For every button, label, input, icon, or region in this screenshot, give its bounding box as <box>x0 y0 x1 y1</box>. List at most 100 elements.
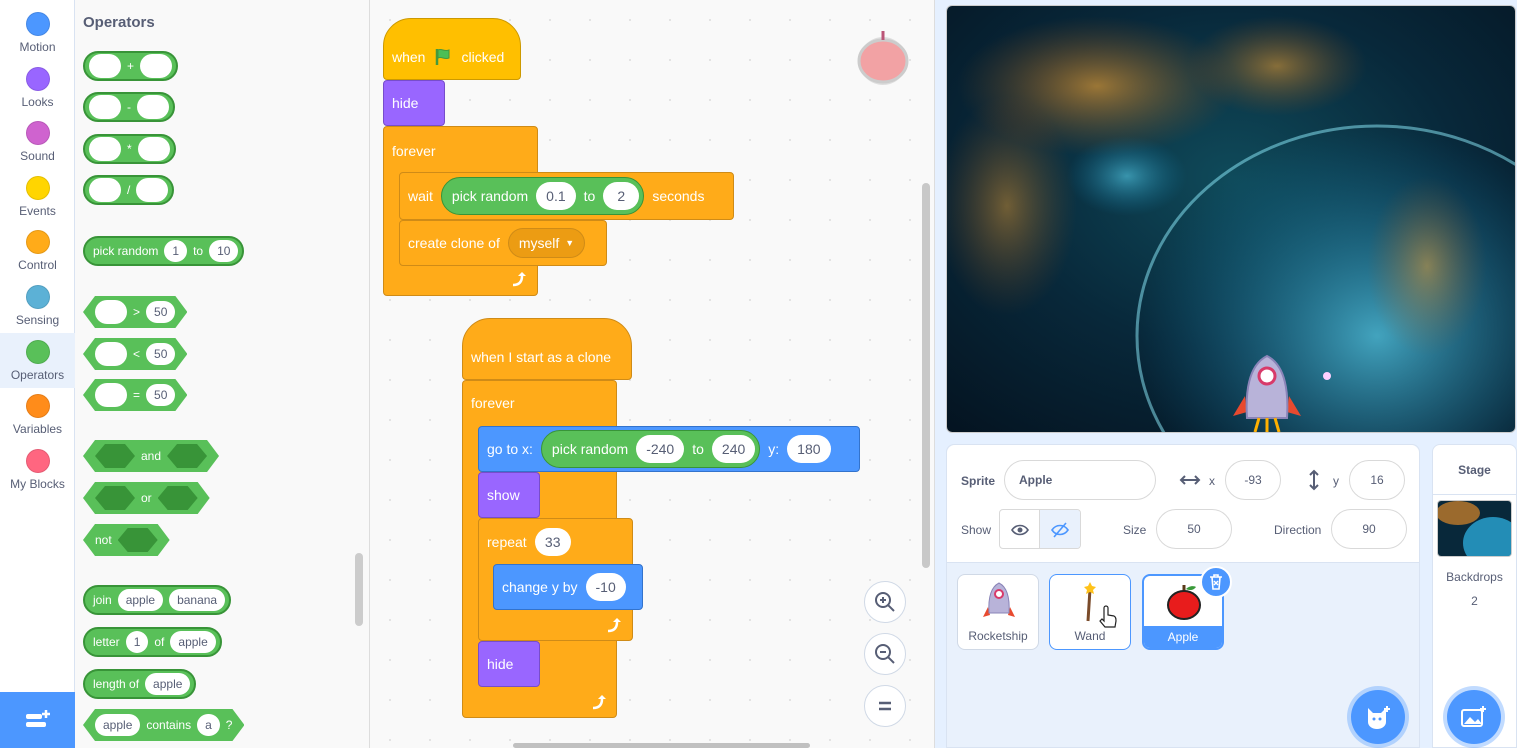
backdrop-thumbnail[interactable] <box>1437 500 1512 557</box>
repeat-arrow-icon <box>607 618 621 633</box>
or-block[interactable]: or <box>83 482 210 514</box>
direction-input[interactable]: 90 <box>1331 509 1407 549</box>
x-arrows-icon <box>1179 475 1201 485</box>
wand-thumb-icon <box>1084 582 1096 622</box>
y-input[interactable]: 16 <box>1349 460 1405 500</box>
backdrops-count: 2 <box>1471 594 1478 608</box>
choose-backdrop-button[interactable] <box>1447 690 1501 744</box>
divide-block[interactable]: / <box>83 175 175 205</box>
category-motion[interactable]: Motion <box>0 12 75 67</box>
category-sound[interactable]: Sound <box>0 121 75 176</box>
join-block[interactable]: join apple banana <box>83 585 232 615</box>
hand-cursor-icon <box>1099 605 1117 628</box>
events-dot-icon <box>25 176 50 200</box>
zoom-out-icon <box>875 644 895 664</box>
palette-scrollbar[interactable] <box>355 553 363 626</box>
sprite-label: Sprite <box>961 474 996 488</box>
subtract-block[interactable]: - <box>83 92 175 122</box>
category-sensing[interactable]: Sensing <box>0 285 75 340</box>
zoom-reset-button[interactable] <box>864 685 906 727</box>
sprite-name-input[interactable]: Apple <box>1004 460 1156 500</box>
category-variables[interactable]: Variables <box>0 394 75 449</box>
add-block[interactable]: + <box>83 51 179 81</box>
show-block[interactable]: show <box>478 472 540 518</box>
hide-block[interactable]: hide <box>383 80 445 126</box>
y-arrows-icon <box>1309 469 1319 491</box>
category-my-blocks[interactable]: My Blocks <box>0 449 75 504</box>
sprite-tile-rocketship[interactable]: Rocketship <box>957 574 1039 650</box>
x-label: x <box>1209 474 1215 488</box>
rocketship-thumb-icon <box>983 582 1015 617</box>
hide-block-2[interactable]: hide <box>478 641 540 687</box>
sound-dot-icon <box>25 121 50 145</box>
zoom-out-button[interactable] <box>864 633 906 675</box>
sprite-pane: Sprite Apple x -93 y 16 Show Size 50 Dir… <box>946 444 1420 748</box>
go-to-xy-block[interactable]: go to x: pick random -240 to 240 y: 180 <box>478 426 860 472</box>
workspace-horizontal-scrollbar[interactable] <box>513 743 810 748</box>
wait-block[interactable]: wait pick random 0.1 to 2 seconds <box>399 172 734 220</box>
zoom-in-button[interactable] <box>864 581 906 623</box>
loop-arrow-icon <box>512 272 526 287</box>
forever-arrow-icon <box>592 695 606 710</box>
length-of-block[interactable]: length of apple <box>83 669 197 699</box>
change-y-block[interactable]: change y by -10 <box>493 564 643 610</box>
letter-of-block[interactable]: letter 1 of apple <box>83 627 222 657</box>
motion-dot-icon <box>25 12 50 36</box>
zoom-in-icon <box>875 592 895 612</box>
less-than-block[interactable]: <50 <box>83 338 187 370</box>
script-workspace[interactable] <box>370 0 935 748</box>
control-dot-icon <box>25 230 50 254</box>
category-menu: Motion Looks Sound Events Control Sensin… <box>0 0 75 748</box>
workspace-vertical-scrollbar[interactable] <box>922 183 930 568</box>
category-operators[interactable]: Operators <box>0 333 75 388</box>
visibility-toggle <box>999 509 1081 549</box>
show-hidden-button[interactable] <box>1040 510 1080 548</box>
pick-random-block[interactable]: pick random 1 to 10 <box>83 236 245 266</box>
sensing-dot-icon <box>25 285 50 309</box>
show-label: Show <box>961 523 992 537</box>
backdrops-label: Backdrops <box>1446 570 1503 584</box>
show-visible-button[interactable] <box>1000 510 1041 548</box>
trash-icon <box>1210 574 1222 590</box>
operators-dot-icon <box>25 340 50 364</box>
not-block[interactable]: not <box>83 524 170 556</box>
green-flag-icon <box>436 48 450 65</box>
choose-sprite-button[interactable] <box>1351 690 1405 744</box>
delete-sprite-button[interactable] <box>1200 566 1232 598</box>
add-extension-button[interactable] <box>0 692 75 748</box>
variables-dot-icon <box>25 394 50 418</box>
palette-title: Operators <box>83 14 155 31</box>
pick-random-reporter[interactable]: pick random 0.1 to 2 <box>440 177 645 215</box>
when-flag-clicked-block[interactable]: when clicked <box>383 18 521 80</box>
stage-title: Stage <box>1433 445 1516 495</box>
dropdown-arrow-icon: ▼ <box>565 238 575 248</box>
category-looks[interactable]: Looks <box>0 67 75 122</box>
multiply-block[interactable]: * <box>83 134 176 164</box>
when-i-start-as-clone-block[interactable]: when I start as a clone <box>462 318 632 380</box>
y-label: y <box>1333 474 1339 488</box>
greater-than-block[interactable]: >50 <box>83 296 187 328</box>
equals-block[interactable]: = 50 <box>83 379 187 411</box>
nebula-backdrop <box>947 6 1515 432</box>
block-palette: Operators + - * / pick random 1 to 10 >50 <… <box>75 0 370 748</box>
sprite-tile-wand[interactable]: Wand <box>1049 574 1131 650</box>
category-events[interactable]: Events <box>0 176 75 231</box>
nebula-thumb-icon <box>1438 501 1511 556</box>
stage-canvas[interactable] <box>946 5 1516 433</box>
category-control[interactable]: Control <box>0 230 75 285</box>
contains-block[interactable]: apple contains a? <box>83 709 244 741</box>
size-input[interactable]: 50 <box>1156 509 1232 549</box>
and-block[interactable]: and <box>83 440 219 472</box>
pick-random-reporter-2[interactable]: pick random -240 to 240 <box>540 430 761 468</box>
eye-slash-icon <box>1051 522 1069 538</box>
backdrop-add-icon <box>1461 706 1486 727</box>
size-label: Size <box>1123 523 1147 537</box>
direction-label: Direction <box>1274 523 1322 537</box>
sprite-preview-apple-icon <box>857 31 909 85</box>
cat-add-icon <box>1368 706 1390 729</box>
create-clone-block[interactable]: create clone of myself ▼ <box>399 220 607 266</box>
clone-target-dropdown[interactable]: myself ▼ <box>507 228 586 258</box>
apple-thumb-icon <box>1167 585 1201 620</box>
stage-selector-pane[interactable]: Stage Backdrops 2 <box>1432 444 1517 748</box>
x-input[interactable]: -93 <box>1225 460 1281 500</box>
